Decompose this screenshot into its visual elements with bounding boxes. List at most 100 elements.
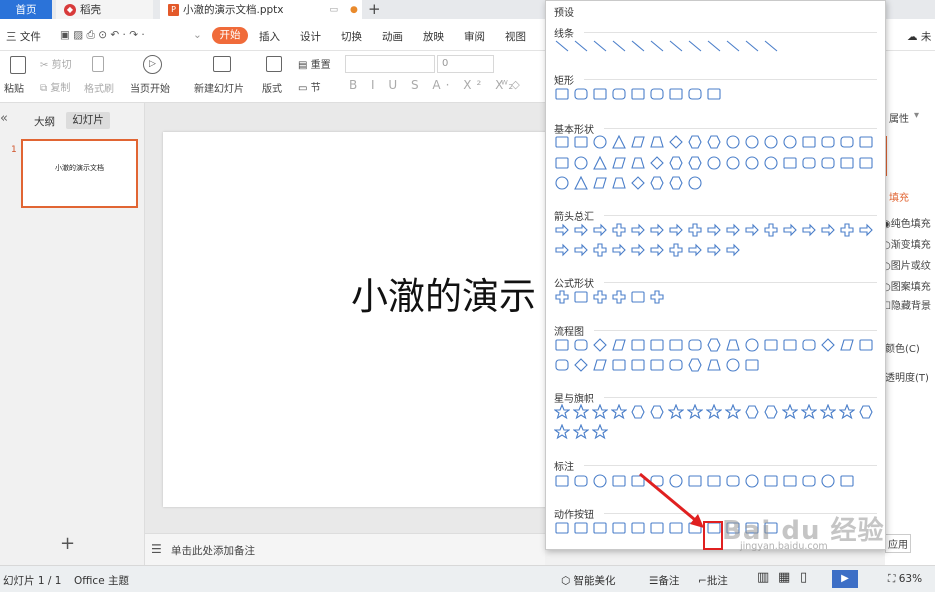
- shape-item[interactable]: [820, 404, 836, 420]
- shape-item[interactable]: [592, 175, 608, 191]
- shape-item[interactable]: [668, 357, 684, 373]
- chevron-down-icon[interactable]: ▾: [914, 110, 919, 121]
- shape-item[interactable]: [573, 357, 589, 373]
- play-slideshow-icon[interactable]: ▶: [832, 570, 858, 588]
- new-slide-button[interactable]: 新建幻灯片: [194, 80, 244, 95]
- shape-item[interactable]: [706, 38, 722, 54]
- window-icon[interactable]: ▭: [330, 5, 339, 15]
- copy-button[interactable]: ⧉ 复制: [40, 79, 70, 94]
- shape-item[interactable]: [649, 289, 665, 305]
- shape-item[interactable]: [820, 155, 836, 171]
- shape-item[interactable]: [573, 337, 589, 353]
- hide-bg-option[interactable]: ☐隐藏背景: [882, 297, 931, 312]
- shape-item[interactable]: [649, 242, 665, 258]
- shape-item[interactable]: [649, 38, 665, 54]
- shape-item[interactable]: [858, 155, 874, 171]
- shape-item[interactable]: [592, 222, 608, 238]
- sorter-view-icon[interactable]: ▦: [778, 570, 790, 585]
- outline-tab[interactable]: 大纲: [34, 114, 55, 129]
- shape-item[interactable]: [782, 222, 798, 238]
- shape-item[interactable]: [649, 175, 665, 191]
- reading-view-icon[interactable]: ▯: [800, 570, 807, 585]
- shape-item[interactable]: [706, 404, 722, 420]
- shape-item[interactable]: [573, 134, 589, 150]
- shape-item[interactable]: [573, 289, 589, 305]
- shape-item[interactable]: [592, 357, 608, 373]
- shape-item[interactable]: [611, 520, 627, 536]
- shape-item[interactable]: [611, 86, 627, 102]
- slide-thumbnail[interactable]: 小澈的演示文档: [21, 139, 138, 208]
- tab-docer[interactable]: ◆ 稻壳: [56, 0, 153, 19]
- normal-view-icon[interactable]: ▥: [757, 570, 769, 585]
- zoom-level[interactable]: ⛶ 63%: [888, 573, 922, 586]
- shape-item[interactable]: [706, 155, 722, 171]
- shape-item[interactable]: [611, 242, 627, 258]
- shape-item[interactable]: [801, 222, 817, 238]
- shape-item[interactable]: [573, 175, 589, 191]
- shape-item[interactable]: [820, 337, 836, 353]
- shape-item[interactable]: [630, 404, 646, 420]
- shape-item[interactable]: [725, 134, 741, 150]
- shape-item[interactable]: [573, 86, 589, 102]
- notes-placeholder[interactable]: 单击此处添加备注: [171, 543, 255, 558]
- shape-item[interactable]: [554, 134, 570, 150]
- shape-item[interactable]: [554, 175, 570, 191]
- shape-item[interactable]: [592, 86, 608, 102]
- shape-item[interactable]: [573, 520, 589, 536]
- fill-picture-option[interactable]: ○图片或纹: [882, 257, 931, 272]
- shape-item[interactable]: [744, 473, 760, 489]
- comments-toggle[interactable]: ⌐批注: [698, 573, 728, 588]
- shape-item[interactable]: [744, 38, 760, 54]
- shape-item[interactable]: [573, 404, 589, 420]
- layout-button[interactable]: 版式: [262, 80, 282, 95]
- shape-item[interactable]: [763, 134, 779, 150]
- shape-item[interactable]: [687, 357, 703, 373]
- shape-item[interactable]: [687, 38, 703, 54]
- shape-item[interactable]: [725, 222, 741, 238]
- shape-item[interactable]: [668, 38, 684, 54]
- shape-item[interactable]: [706, 357, 722, 373]
- shape-item[interactable]: [687, 404, 703, 420]
- shape-item[interactable]: [687, 134, 703, 150]
- shape-item[interactable]: [801, 473, 817, 489]
- shape-item[interactable]: [782, 155, 798, 171]
- shape-item[interactable]: [839, 404, 855, 420]
- shape-item[interactable]: [554, 424, 570, 440]
- shape-item[interactable]: [630, 337, 646, 353]
- shape-item[interactable]: [782, 134, 798, 150]
- shape-item[interactable]: [668, 86, 684, 102]
- shape-item[interactable]: [630, 289, 646, 305]
- tab-home[interactable]: 首页: [0, 0, 52, 19]
- shape-item[interactable]: [630, 357, 646, 373]
- save-icon[interactable]: ▣ ▨ ⎙ ⊙ ↶ · ↷ ·: [60, 29, 145, 42]
- shape-item[interactable]: [687, 242, 703, 258]
- shape-item[interactable]: [592, 424, 608, 440]
- shape-item[interactable]: [573, 242, 589, 258]
- shape-item[interactable]: [554, 242, 570, 258]
- shape-item[interactable]: [573, 155, 589, 171]
- collapse-panel-icon[interactable]: «: [0, 111, 8, 126]
- shape-item[interactable]: [763, 222, 779, 238]
- shape-item[interactable]: [820, 134, 836, 150]
- menu-insert[interactable]: 插入: [259, 29, 280, 44]
- shape-item[interactable]: [820, 222, 836, 238]
- shape-item[interactable]: [592, 337, 608, 353]
- shape-item[interactable]: [630, 86, 646, 102]
- shape-item[interactable]: [744, 404, 760, 420]
- shape-item[interactable]: [744, 337, 760, 353]
- shape-item[interactable]: [649, 404, 665, 420]
- menu-review[interactable]: 审阅: [464, 29, 485, 44]
- shape-item[interactable]: [744, 222, 760, 238]
- more-icon[interactable]: ⌄: [193, 29, 202, 41]
- shape-item[interactable]: [611, 175, 627, 191]
- slides-tab[interactable]: 幻灯片: [66, 112, 110, 129]
- shape-item[interactable]: [649, 86, 665, 102]
- shape-item[interactable]: [611, 337, 627, 353]
- shape-item[interactable]: [706, 222, 722, 238]
- format-painter-button[interactable]: 格式刷: [84, 80, 114, 95]
- shape-item[interactable]: [782, 337, 798, 353]
- shape-item[interactable]: [763, 155, 779, 171]
- shape-item[interactable]: [630, 222, 646, 238]
- menu-view[interactable]: 视图: [505, 29, 526, 44]
- shape-item[interactable]: [649, 357, 665, 373]
